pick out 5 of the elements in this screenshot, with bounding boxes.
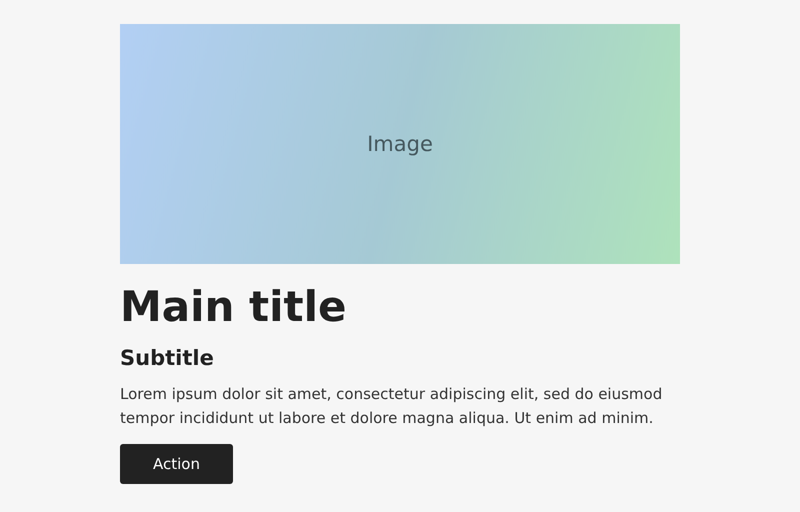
main-title: Main title	[120, 282, 346, 332]
image-label: Image	[367, 132, 433, 156]
subtitle: Subtitle	[120, 345, 214, 372]
body-text: Lorem ipsum dolor sit amet, consectetur adipiscing elit, sed do eiusmod tempor incididunt ut labore et dolore magna aliqua. Ut enim ad minim.	[120, 384, 664, 429]
action-button[interactable]: Action	[120, 444, 233, 484]
